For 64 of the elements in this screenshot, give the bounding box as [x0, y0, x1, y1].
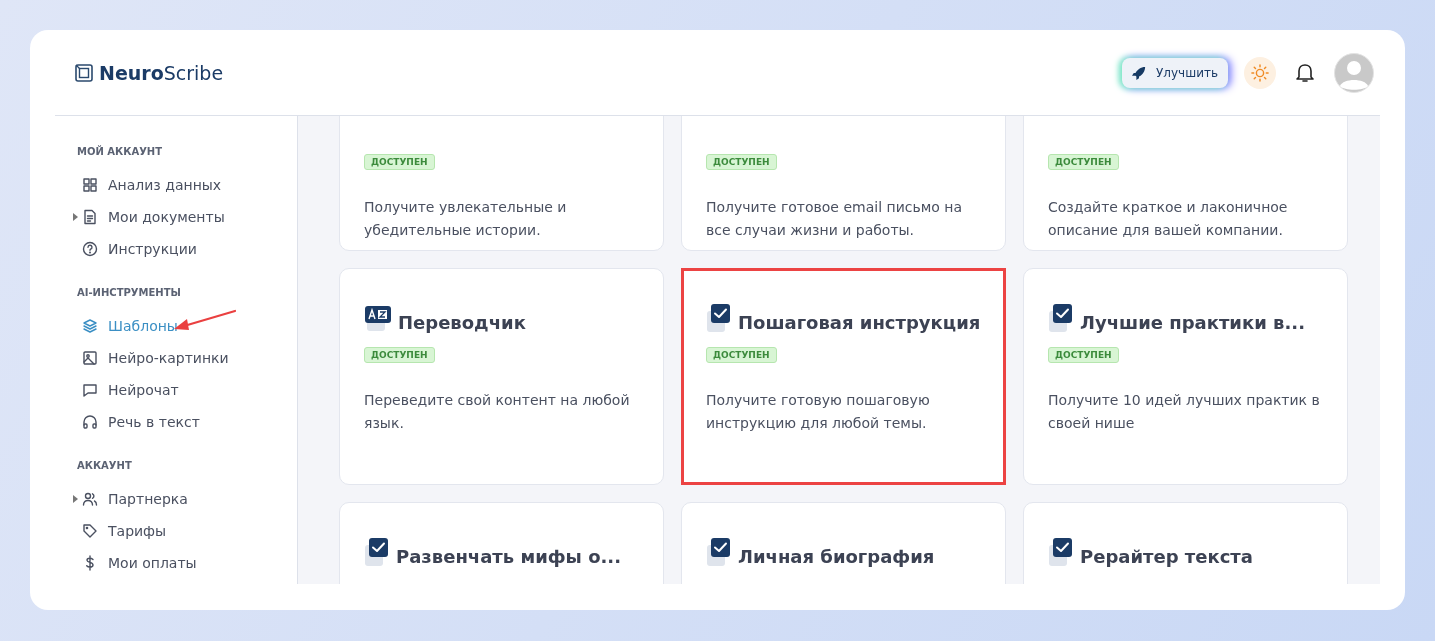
sidebar-item[interactable]: Партнерка [108, 491, 188, 507]
template-card[interactable]: ДОСТУПЕН Получите увлекательные и убедительные истории. [339, 116, 664, 251]
card-title: Переводчик [398, 312, 526, 333]
status-badge: ДОСТУПЕН [364, 347, 435, 363]
card-title: Развенчать мифы о... [396, 546, 622, 567]
status-badge: ДОСТУПЕН [1048, 347, 1119, 363]
section-title: МОЙ АККАУНТ [77, 146, 164, 157]
section-title: АККАУНТ [77, 460, 133, 471]
upgrade-button[interactable]: Улучшить [1122, 57, 1228, 88]
sidebar-item[interactable]: Мои документы [108, 209, 225, 225]
template-card[interactable]: ДОСТУПЕН Получите готовое email письмо на все случаи жизни и работы. [681, 116, 1006, 251]
caret-icon[interactable] [73, 213, 78, 221]
status-badge: ДОСТУПЕН [1048, 154, 1119, 170]
sidebar-item[interactable]: Инструкции [108, 241, 197, 257]
status-badge: ДОСТУПЕН [706, 347, 777, 363]
image-icon [82, 350, 98, 366]
layers-icon [82, 318, 98, 334]
template-card[interactable]: Пошаговая инструкция ДОСТУПЕН Получите готовую пошаговую инструкцию для любой темы. [681, 268, 1006, 485]
logo-icon [75, 63, 93, 82]
card-title: Личная биография [738, 546, 935, 567]
chat-icon [82, 382, 98, 398]
card-description: Получите готовое email письмо на все случаи жизни и работы. [706, 198, 963, 240]
card-description: Получите 10 идей лучших практик в своей нише [1048, 391, 1321, 433]
checkbox-icon [706, 303, 732, 333]
document-icon [82, 209, 98, 225]
card-description: Получите увлекательные и убедительные истории. [364, 198, 568, 240]
sidebar-item[interactable]: Нейрочат [108, 382, 179, 398]
section-title: AI-ИНСТРУМЕНТЫ [77, 287, 182, 298]
caret-icon[interactable] [73, 495, 78, 503]
sidebar-item[interactable]: Шаблоны [108, 318, 178, 334]
template-card[interactable]: ДОСТУПЕН Создайте краткое и лаконичное описание для вашей компании. [1023, 116, 1348, 251]
app-logo[interactable]: NeuroScribe [99, 61, 224, 84]
card-title: Пошаговая инструкция [738, 312, 981, 333]
sidebar-item[interactable]: Речь в текст [108, 414, 200, 430]
checkbox-icon [706, 537, 732, 567]
template-card[interactable]: Развенчать мифы о... [339, 502, 664, 584]
sidebar-item[interactable]: Тарифы [108, 523, 167, 539]
status-badge: ДОСТУПЕН [706, 154, 777, 170]
card-description: Создайте краткое и лаконичное описание для вашей компании. [1048, 198, 1289, 240]
checkbox-icon [364, 537, 390, 567]
status-badge: ДОСТУПЕН [364, 154, 435, 170]
template-card[interactable]: Переводчик ДОСТУПЕН Переведите свой контент на любой язык. [339, 268, 664, 485]
card-title: Рерайтер текста [1080, 546, 1253, 567]
theme-toggle-button[interactable] [1244, 56, 1276, 89]
sidebar-item[interactable]: Анализ данных [108, 177, 222, 193]
sidebar-item[interactable]: Мои оплаты [108, 555, 197, 571]
card-description: Переведите свой контент на любой язык. [364, 391, 631, 433]
sidebar-item[interactable]: Нейро-картинки [108, 350, 229, 366]
sun-icon [1251, 63, 1269, 82]
rocket-icon [1132, 65, 1146, 80]
checkbox-icon [1048, 303, 1074, 333]
tag-icon [82, 523, 98, 539]
template-card[interactable]: Лучшие практики в... ДОСТУПЕН Получите 10 идей лучших практик в своей нише [1023, 268, 1348, 485]
checkbox-icon [1048, 537, 1074, 567]
card-description: Получите готовую пошаговую инструкцию для любой темы. [706, 391, 931, 433]
notification-bell-icon[interactable] [1296, 62, 1314, 83]
headphones-icon [82, 414, 98, 430]
template-card[interactable]: Рерайтер текста [1023, 502, 1348, 584]
help-icon [82, 241, 98, 257]
template-card[interactable]: Личная биография [681, 502, 1006, 584]
translate-icon [364, 305, 392, 333]
card-title: Лучшие практики в... [1080, 312, 1305, 333]
users-icon [82, 491, 98, 507]
grid-icon [82, 177, 98, 193]
